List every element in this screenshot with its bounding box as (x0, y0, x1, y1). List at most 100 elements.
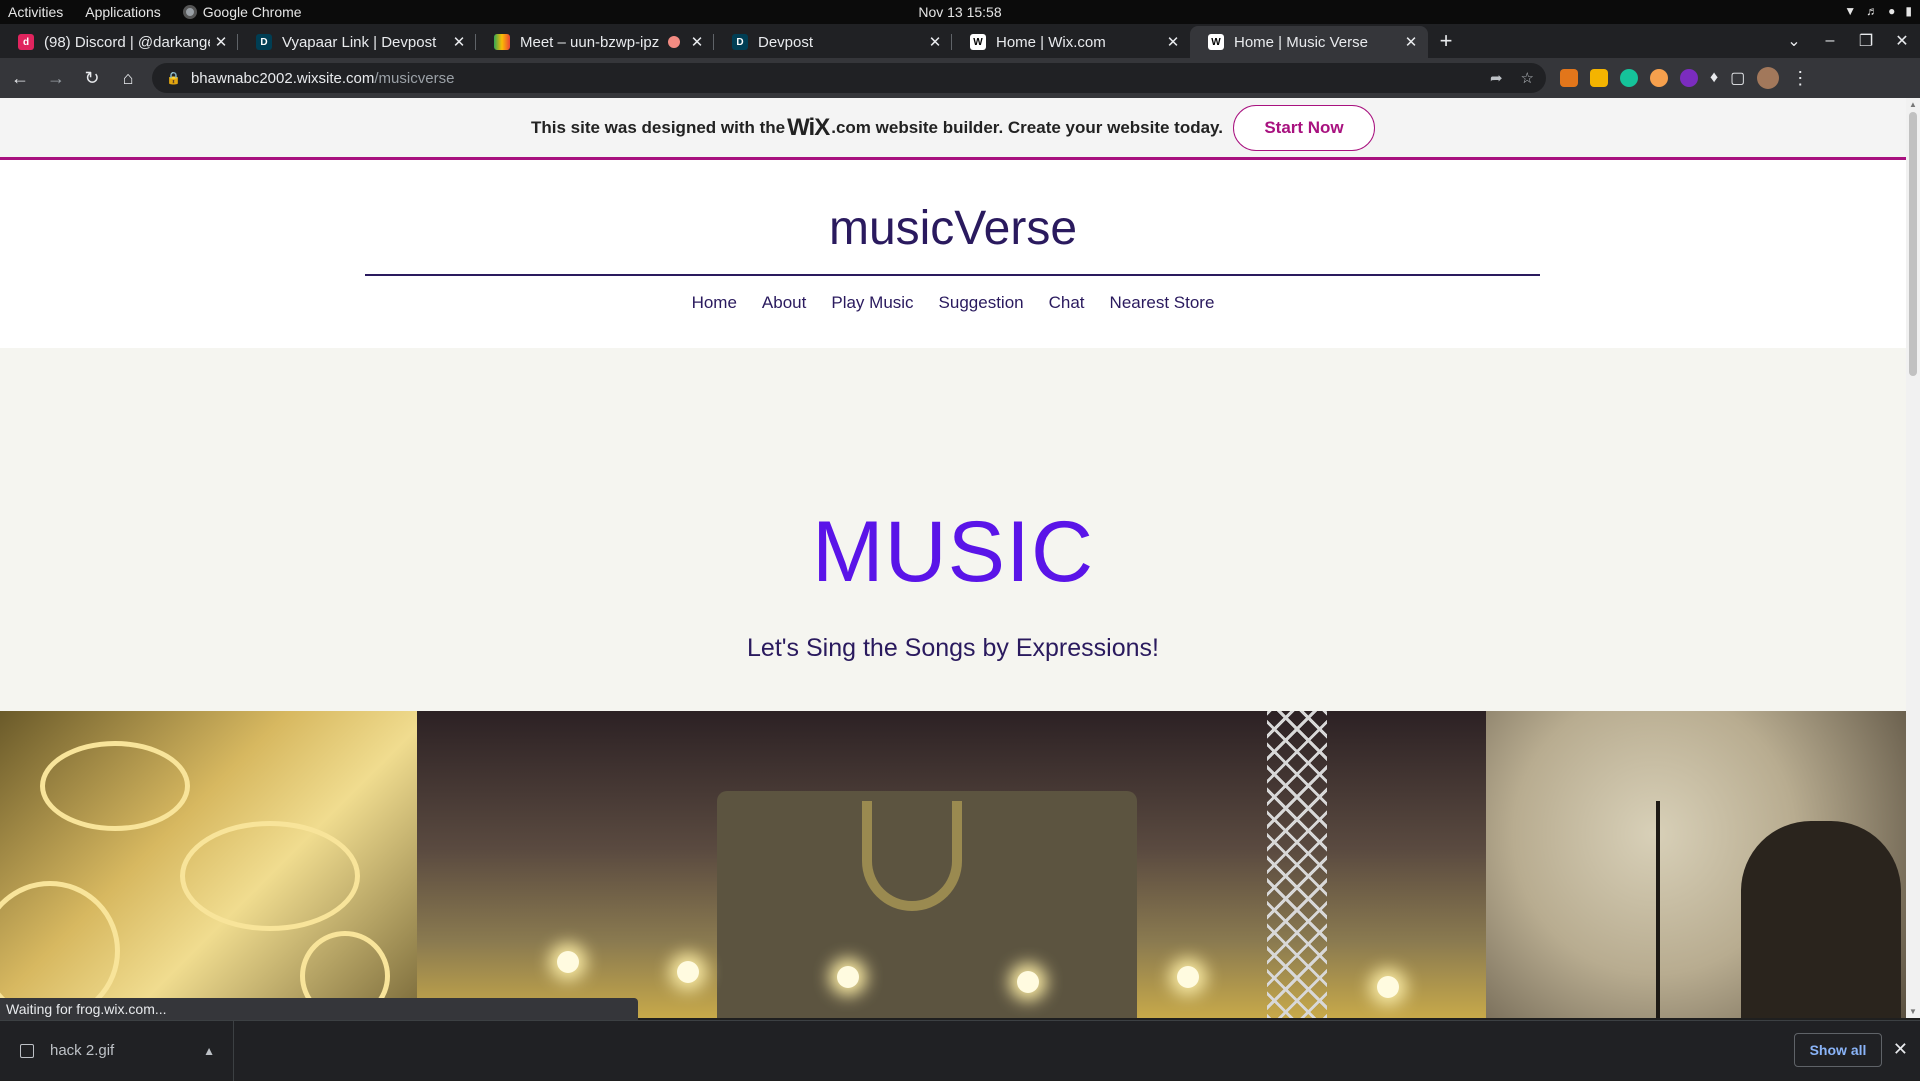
download-file-name: hack 2.gif (50, 1042, 115, 1059)
nav-about[interactable]: About (762, 293, 806, 313)
share-icon[interactable]: ➦ (1490, 69, 1503, 87)
scroll-up-icon[interactable]: ▲ (1909, 100, 1917, 109)
close-shelf-icon[interactable]: ✕ (1893, 1039, 1908, 1060)
site-title[interactable]: musicVerse (0, 201, 1906, 256)
extension-purple-icon[interactable] (1680, 69, 1698, 87)
tab-title: Home | Wix.com (996, 33, 1106, 51)
download-shelf: hack 2.gif ▲ Show all ✕ (0, 1020, 1920, 1081)
show-all-button[interactable]: Show all (1794, 1033, 1882, 1067)
wix-logo: WiX (787, 113, 830, 141)
singer-silhouette (1741, 821, 1901, 1018)
tab-strip: d (98) Discord | @darkangel ✕ D Vyapaar … (0, 24, 1920, 58)
close-icon[interactable]: ✕ (210, 33, 232, 51)
lock-icon[interactable]: 🔒 (166, 71, 181, 85)
extensions-area: ♦ ▢ ⋮ (1560, 67, 1809, 89)
tab-devpost[interactable]: D Devpost ✕ (714, 26, 952, 58)
minimize-icon[interactable]: – (1812, 32, 1848, 50)
bookmark-star-icon[interactable]: ☆ (1521, 69, 1534, 87)
devpost-icon: D (256, 34, 272, 50)
chevron-up-icon[interactable]: ▲ (203, 1044, 215, 1058)
close-icon[interactable]: ✕ (686, 33, 708, 51)
clock[interactable]: Nov 13 15:58 (918, 4, 1001, 20)
hero-section: MUSIC Let's Sing the Songs by Expression… (0, 348, 1906, 711)
stage-light (1017, 971, 1039, 993)
grammarly-icon[interactable] (1620, 69, 1638, 87)
volume-icon: ♬ (1866, 4, 1879, 18)
tab-search-icon[interactable]: ⌄ (1776, 31, 1812, 51)
tab-google-meet[interactable]: Meet – uun-bzwp-ipz ✕ (476, 26, 714, 58)
recording-icon (668, 36, 680, 48)
nav-chat[interactable]: Chat (1049, 293, 1085, 313)
stage-light (557, 951, 579, 973)
banner-text-after: .com website builder. Create your websit… (831, 117, 1223, 137)
file-icon (20, 1043, 34, 1058)
menu-kebab-icon[interactable]: ⋮ (1791, 68, 1809, 89)
singer-microphone-image (1486, 711, 1906, 1018)
system-top-bar: Activities Applications Google Chrome No… (0, 0, 1920, 24)
wix-icon: W (1208, 34, 1224, 50)
google-meet-icon (494, 34, 510, 50)
new-tab-button[interactable]: + (1428, 26, 1464, 58)
tab-wix-home[interactable]: W Home | Wix.com ✕ (952, 26, 1190, 58)
close-icon[interactable]: ✕ (448, 33, 470, 51)
extension-key-icon[interactable] (1590, 69, 1608, 87)
nav-home[interactable]: Home (692, 293, 737, 313)
hero-title: MUSIC (811, 504, 1095, 600)
tab-discord[interactable]: d (98) Discord | @darkangel ✕ (0, 26, 238, 58)
discord-icon: d (18, 34, 34, 50)
stage-light (1377, 976, 1399, 998)
url-host: bhawnabc2002.wixsite.com (190, 69, 375, 87)
close-icon[interactable]: ✕ (924, 33, 946, 51)
start-now-button[interactable]: Start Now (1232, 104, 1375, 151)
side-panel-icon[interactable]: ▢ (1730, 68, 1745, 88)
home-icon[interactable]: ⌂ (112, 68, 144, 89)
address-bar[interactable]: 🔒 bhawnabc2002.wixsite.com /musicverse ➦… (152, 63, 1546, 93)
nav-suggestion[interactable]: Suggestion (939, 293, 1024, 313)
hero-subtitle: Let's Sing the Songs by Expressions! (747, 634, 1159, 662)
tab-title: (98) Discord | @darkangel (44, 33, 210, 51)
wix-icon: W (970, 34, 986, 50)
site-header: musicVerse Home About Play Music Suggest… (0, 163, 1906, 318)
close-window-icon[interactable]: ✕ (1884, 31, 1920, 51)
header-divider (365, 274, 1540, 276)
tab-title: Meet – uun-bzwp-ipz (520, 33, 660, 51)
devpost-icon: D (732, 34, 748, 50)
scrollbar-thumb[interactable] (1909, 112, 1917, 376)
scroll-down-icon[interactable]: ▼ (1909, 1007, 1917, 1016)
activities-button[interactable]: Activities (8, 4, 63, 20)
chrome-icon (182, 5, 197, 19)
neon-ring (180, 821, 360, 931)
site-nav: Home About Play Music Suggestion Chat Ne… (0, 293, 1906, 313)
light-tower (1267, 711, 1327, 1018)
page-viewport: This site was designed with the WiX .com… (0, 98, 1906, 1018)
page-scrollbar[interactable]: ▲ ▼ (1906, 98, 1920, 1018)
applications-menu[interactable]: Applications (85, 4, 161, 20)
close-icon[interactable]: ✕ (1400, 33, 1422, 51)
profile-avatar[interactable] (1757, 67, 1780, 89)
neon-ring (40, 741, 190, 831)
tab-title: Devpost (758, 33, 814, 51)
extension-orange-icon[interactable] (1650, 69, 1668, 87)
close-icon[interactable]: ✕ (1162, 33, 1184, 51)
app-name: Google Chrome (202, 4, 302, 20)
nav-nearest-store[interactable]: Nearest Store (1110, 293, 1215, 313)
stage-light (837, 966, 859, 988)
tab-music-verse[interactable]: W Home | Music Verse ✕ (1190, 26, 1428, 58)
stage-arch (862, 801, 962, 911)
wifi-icon: ▼ (1844, 4, 1857, 18)
tab-vyapaar-devpost[interactable]: D Vyapaar Link | Devpost ✕ (238, 26, 476, 58)
download-item[interactable]: hack 2.gif ▲ (0, 1020, 234, 1081)
app-menu[interactable]: Google Chrome (182, 4, 302, 20)
back-icon[interactable]: ← (4, 68, 36, 89)
nav-play-music[interactable]: Play Music (831, 293, 913, 313)
restore-icon[interactable]: ❐ (1848, 31, 1884, 51)
system-tray[interactable]: ▼ ♬ ● ▮ (1844, 4, 1912, 18)
microphone-icon: ● (1888, 4, 1896, 18)
reload-icon[interactable]: ↻ (76, 68, 108, 89)
banner-text-before: This site was designed with the (531, 117, 786, 137)
wix-promo-banner: This site was designed with the WiX .com… (0, 98, 1906, 160)
extensions-puzzle-icon[interactable]: ♦ (1710, 69, 1718, 87)
forward-icon[interactable]: → (40, 68, 72, 89)
metamask-icon[interactable] (1560, 69, 1578, 87)
tab-title: Home | Music Verse (1234, 33, 1368, 51)
